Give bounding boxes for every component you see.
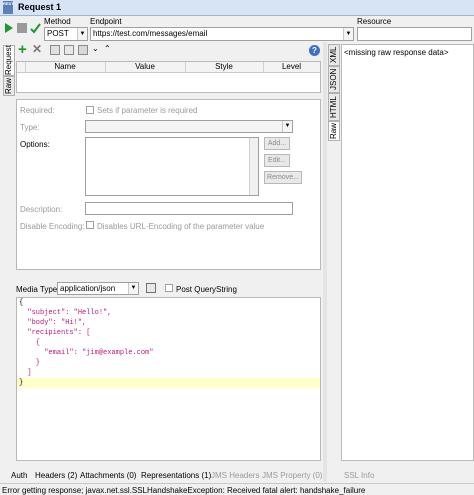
status-message: Error getting response; javax.net.ssl.SS… bbox=[2, 486, 366, 495]
body-line: { bbox=[19, 339, 41, 347]
run-icon[interactable] bbox=[4, 22, 14, 34]
add-option-button[interactable]: Add... bbox=[264, 137, 290, 150]
column-name[interactable]: Name bbox=[25, 62, 106, 72]
method-value: POST bbox=[47, 29, 69, 38]
help-icon[interactable]: ? bbox=[309, 45, 320, 56]
body-line: } bbox=[19, 379, 24, 387]
parameter-details-panel: Required: Sets if parameter is required … bbox=[16, 99, 321, 270]
options-scrollbar[interactable] bbox=[249, 138, 258, 195]
stop-icon[interactable] bbox=[17, 23, 27, 33]
edit-option-button[interactable]: Edit... bbox=[264, 154, 290, 167]
chevron-down-icon: ▼ bbox=[343, 28, 353, 40]
chevron-up-icon[interactable]: ⌃ bbox=[104, 44, 111, 53]
body-line: "subject": "Hello!", bbox=[27, 309, 112, 317]
chevron-down-icon: ▼ bbox=[77, 28, 87, 40]
response-placeholder: <missing raw response data> bbox=[344, 48, 449, 57]
media-type-select[interactable]: application/json ▼ bbox=[57, 282, 139, 295]
title-bar: REST Request 1 bbox=[0, 0, 474, 16]
endpoint-label: Endpoint bbox=[90, 17, 122, 26]
status-bar: Error getting response; javax.net.ssl.SS… bbox=[0, 483, 474, 495]
tab-xml[interactable]: XML bbox=[328, 44, 340, 66]
body-line: "body": "Hi!", bbox=[27, 319, 87, 327]
tab-response-raw[interactable]: Raw bbox=[328, 121, 340, 141]
copy-icon[interactable] bbox=[64, 45, 74, 55]
disable-encoding-checkbox[interactable] bbox=[86, 221, 94, 229]
chevron-down-icon: ▼ bbox=[128, 283, 138, 294]
column-value[interactable]: Value bbox=[105, 62, 186, 72]
move-icon[interactable] bbox=[50, 45, 60, 55]
chevron-down-icon: ▼ bbox=[282, 121, 292, 132]
response-panel[interactable]: <missing raw response data> bbox=[341, 44, 474, 461]
media-type-value: application/json bbox=[60, 284, 116, 293]
description-label: Description: bbox=[20, 205, 63, 214]
sort-icon[interactable] bbox=[78, 45, 88, 55]
tab-request[interactable]: Request bbox=[3, 45, 15, 76]
panel-splitter[interactable] bbox=[323, 42, 327, 482]
required-checkbox[interactable] bbox=[86, 106, 94, 114]
body-line: "recipients": [ bbox=[27, 329, 91, 337]
tab-attachments[interactable]: Attachments (0) bbox=[80, 471, 136, 480]
params-table-header: Name Value Style Level bbox=[17, 62, 320, 73]
description-input[interactable] bbox=[85, 202, 293, 215]
request-bottom-tabs: Auth Headers (2) Attachments (0) Represe… bbox=[0, 468, 323, 482]
method-label: Method bbox=[44, 17, 71, 26]
response-bottom-tabs: SSL Info bbox=[341, 468, 474, 482]
body-line: ] bbox=[19, 369, 32, 377]
resource-label: Resource bbox=[357, 17, 392, 26]
column-level[interactable]: Level bbox=[263, 62, 320, 72]
tab-auth[interactable]: Auth bbox=[11, 471, 27, 480]
window-title: Request 1 bbox=[18, 2, 62, 12]
chevron-down-icon[interactable]: ⌄ bbox=[92, 44, 99, 53]
tab-json[interactable]: JSON bbox=[328, 66, 340, 93]
body-line: "email": "jim@example.com" bbox=[44, 349, 154, 357]
disable-encoding-hint: Disables URL-Encoding of the parameter v… bbox=[97, 222, 265, 231]
resource-input[interactable] bbox=[357, 27, 472, 41]
endpoint-input[interactable]: https://test.com/messages/email ▼ bbox=[90, 27, 354, 41]
options-label: Options: bbox=[20, 140, 50, 149]
delete-icon[interactable]: ✕ bbox=[32, 43, 43, 55]
body-line: { bbox=[19, 299, 24, 307]
tab-representations[interactable]: Representations (1) bbox=[141, 471, 211, 480]
current-line-highlight bbox=[17, 378, 320, 388]
column-style[interactable]: Style bbox=[185, 62, 264, 72]
tab-headers[interactable]: Headers (2) bbox=[35, 471, 77, 480]
edit-media-icon[interactable] bbox=[146, 283, 156, 293]
post-querystring-checkbox[interactable] bbox=[165, 284, 173, 292]
tab-jms-headers[interactable]: JMS Headers bbox=[211, 471, 259, 480]
post-querystring-label: Post QueryString bbox=[176, 285, 237, 294]
method-select[interactable]: POST ▼ bbox=[44, 27, 88, 41]
options-list[interactable] bbox=[85, 137, 259, 196]
media-type-label: Media Type bbox=[16, 285, 58, 294]
body-line: } bbox=[19, 359, 41, 367]
cancel-icon[interactable] bbox=[30, 22, 41, 34]
tab-html[interactable]: HTML bbox=[328, 93, 340, 121]
rest-icon: REST bbox=[3, 1, 14, 14]
required-hint: Sets if parameter is required bbox=[97, 106, 198, 115]
request-body-editor[interactable]: { "subject": "Hello!", "body": "Hi!", "r… bbox=[16, 297, 321, 461]
params-table[interactable]: Name Value Style Level bbox=[16, 61, 321, 93]
type-label: Type: bbox=[20, 123, 40, 132]
endpoint-value: https://test.com/messages/email bbox=[93, 29, 208, 38]
tab-raw[interactable]: Raw bbox=[3, 76, 15, 96]
remove-option-button[interactable]: Remove... bbox=[264, 171, 302, 184]
disable-encoding-label: Disable Encoding: bbox=[20, 222, 85, 231]
required-label: Required: bbox=[20, 106, 55, 115]
type-select[interactable]: ▼ bbox=[85, 120, 293, 133]
tab-jms-property[interactable]: JMS Property (0) bbox=[262, 471, 322, 480]
add-icon[interactable]: + bbox=[18, 42, 29, 57]
tab-ssl-info[interactable]: SSL Info bbox=[344, 471, 374, 480]
